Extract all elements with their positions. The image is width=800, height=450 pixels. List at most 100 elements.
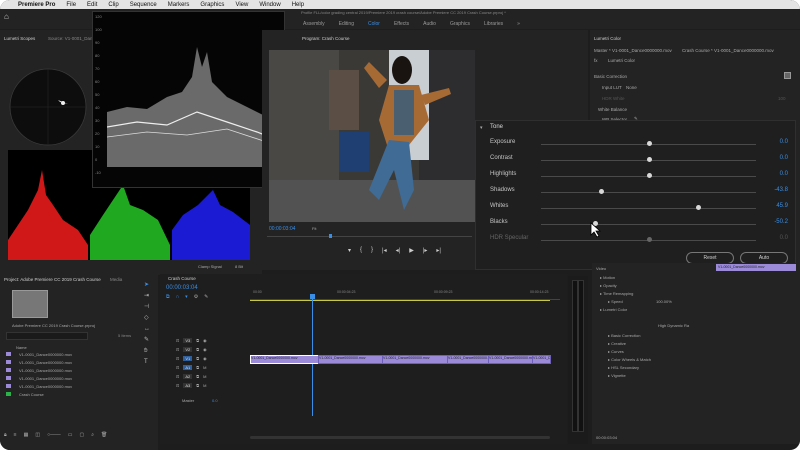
menu-help[interactable]: Help — [292, 2, 304, 8]
time-ruler[interactable] — [250, 289, 560, 300]
tone-slider-knob[interactable] — [646, 173, 652, 178]
lock-track-icon[interactable]: ⊡ — [176, 338, 179, 343]
timeline-clip[interactable]: V1-0001_Dance0000000.mov — [488, 355, 533, 364]
effect-item[interactable]: ▸ Basic Correction — [608, 333, 640, 338]
effect-item[interactable]: ▸ Speed — [608, 299, 623, 304]
track-label[interactable]: V3 — [183, 338, 193, 343]
hdr-checkbox-label[interactable]: High Dynamic Ra — [658, 323, 689, 328]
sync-lock-icon[interactable]: ⧉ — [196, 383, 199, 388]
menu-clip[interactable]: Clip — [108, 2, 118, 8]
timeline-clip[interactable]: V1-0001_Dance0000000.mov — [318, 355, 383, 364]
step-back-icon[interactable]: ◂| — [396, 247, 401, 254]
project-tab[interactable]: Project: Adobe Premiere CC 2019 Crash Co… — [4, 277, 101, 282]
tone-value[interactable]: -50.2 — [774, 219, 788, 225]
app-menu[interactable]: Premiere Pro — [18, 2, 55, 8]
source-tab[interactable]: Source: V1-0001_Dan — [48, 36, 93, 41]
tone-slider-knob[interactable] — [599, 189, 605, 194]
input-lut-dropdown[interactable]: None — [626, 85, 637, 90]
menu-sequence[interactable]: Sequence — [130, 2, 157, 8]
work-area-bar[interactable] — [250, 300, 550, 301]
effect-clip-bar[interactable]: V1-0001_Dance0000000.mov — [716, 264, 796, 271]
in-point-icon[interactable]: { — [360, 247, 362, 254]
project-list-item[interactable]: V1-0001_Dance0000000.mov — [6, 376, 72, 381]
playhead-bar[interactable] — [267, 236, 472, 237]
snap-icon[interactable]: ⧉ — [166, 294, 170, 300]
effect-timecode[interactable]: 00:00:03:04 — [596, 435, 617, 440]
effect-item[interactable]: ▸ Time Remapping — [600, 291, 633, 296]
icon-view-icon[interactable]: ▦ — [24, 432, 29, 438]
hdr-white-value[interactable]: 100 — [778, 96, 786, 101]
zoom-slider[interactable]: ○─── — [47, 432, 61, 438]
program-timecode[interactable]: 00:00:03:04 — [269, 226, 295, 232]
tab-effects[interactable]: Effects — [394, 21, 409, 27]
toggle-output-icon[interactable]: M — [203, 374, 206, 379]
lock-track-icon[interactable]: ⊡ — [176, 383, 179, 388]
tone-slider-track[interactable] — [541, 208, 756, 209]
lumetri-title[interactable]: Lumetri Color — [594, 36, 621, 41]
sequence-tab[interactable]: Crash Course — [168, 276, 196, 281]
white-balance-header[interactable]: White Balance — [598, 107, 627, 112]
sync-lock-icon[interactable]: ⧉ — [196, 374, 199, 379]
menu-window[interactable]: Window — [259, 2, 280, 8]
master-clip-selector[interactable]: Master * V1-0001_Dance0000000.mov — [594, 48, 672, 53]
tone-value[interactable]: 0.0 — [780, 235, 788, 241]
tone-slider-knob[interactable] — [646, 237, 652, 242]
track-label[interactable]: A1 — [183, 365, 193, 370]
tab-more[interactable]: » — [517, 21, 520, 27]
media-tab[interactable]: Media — [110, 277, 122, 282]
playhead-handle[interactable] — [310, 294, 315, 299]
toggle-output-icon[interactable]: ◉ — [203, 347, 207, 352]
lock-track-icon[interactable]: ⊡ — [176, 365, 179, 370]
toggle-output-icon[interactable]: ◉ — [203, 356, 207, 361]
project-list-item[interactable]: Crash Course — [6, 392, 44, 397]
tab-assembly[interactable]: Assembly — [303, 21, 325, 27]
tone-slider-knob[interactable] — [646, 141, 652, 146]
search-icon[interactable]: ⌕ — [91, 432, 94, 438]
project-list-item[interactable]: V1-0001_Dance0000000.mov — [6, 368, 72, 373]
menu-edit[interactable]: Edit — [87, 2, 97, 8]
effect-item[interactable]: ▸ Motion — [600, 275, 615, 280]
tone-slider-track[interactable] — [541, 224, 756, 225]
name-column-header[interactable]: Name — [16, 345, 27, 350]
track-select-tool-icon[interactable]: ⇥ — [144, 291, 150, 302]
track-label[interactable]: A3 — [183, 383, 193, 388]
lock-icon[interactable]: 🔒︎ — [4, 432, 7, 438]
effect-item[interactable]: ▸ Curves — [608, 349, 624, 354]
speed-value[interactable]: 100.00% — [656, 299, 672, 304]
go-to-in-icon[interactable]: |◂ — [382, 247, 387, 254]
tone-slider-knob[interactable] — [695, 205, 701, 210]
scopes-tab[interactable]: Lumetri Scopes — [4, 36, 35, 41]
razor-tool-icon[interactable]: ◇ — [144, 313, 150, 324]
freeform-view-icon[interactable]: ◫ — [35, 432, 40, 438]
new-bin-icon[interactable]: ▭ — [68, 432, 73, 438]
tab-audio[interactable]: Audio — [423, 21, 436, 27]
step-forward-icon[interactable]: |▸ — [423, 247, 428, 254]
playhead-marker[interactable] — [329, 234, 332, 238]
linked-selection-icon[interactable]: ∩ — [176, 294, 180, 300]
home-icon[interactable]: ⌂ — [4, 12, 9, 21]
clamp-signal-label[interactable]: Clamp Signal — [198, 264, 222, 269]
pen-tool-icon[interactable]: ✎ — [144, 335, 150, 346]
add-marker-icon[interactable]: ▾ — [185, 294, 188, 300]
tone-value[interactable]: 0.0 — [780, 139, 788, 145]
tab-graphics[interactable]: Graphics — [450, 21, 470, 27]
tone-value[interactable]: -43.8 — [774, 187, 788, 193]
project-list-item[interactable]: V1-0001_Dance0000000.mov — [6, 384, 72, 389]
tone-value[interactable]: 0.0 — [780, 171, 788, 177]
wrench-icon[interactable]: ✎ — [204, 294, 208, 300]
menu-view[interactable]: View — [235, 2, 248, 8]
sync-lock-icon[interactable]: ⧉ — [196, 356, 199, 361]
fit-dropdown[interactable]: Fit — [312, 226, 316, 231]
slip-tool-icon[interactable]: ↔ — [144, 324, 150, 335]
tone-value[interactable]: 45.9 — [776, 203, 788, 209]
basic-correction-checkbox[interactable] — [784, 72, 791, 79]
timeline-clip[interactable]: V1-0001_Dance0000000.mov — [532, 355, 551, 364]
tone-title[interactable]: Tone — [490, 124, 503, 130]
fx-badge[interactable]: fx — [594, 58, 598, 63]
marker-icon[interactable]: ▾ — [348, 247, 351, 254]
tone-slider-knob[interactable] — [646, 157, 652, 162]
sync-lock-icon[interactable]: ⧉ — [196, 365, 199, 370]
effect-item[interactable]: ▸ Creative — [608, 341, 626, 346]
timeline-scrollbar[interactable] — [250, 436, 550, 439]
effect-item[interactable]: ▸ Vignette — [608, 373, 626, 378]
